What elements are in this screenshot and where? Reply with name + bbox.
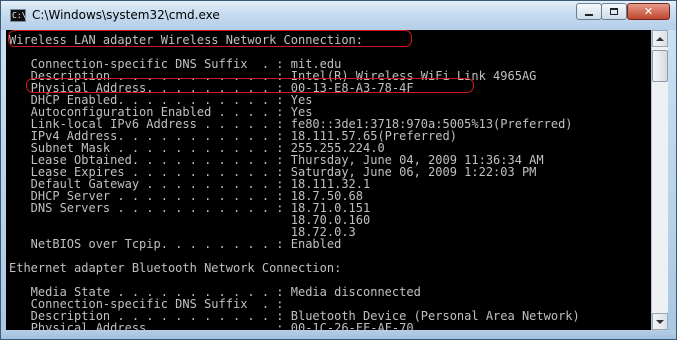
highlight-physical-address xyxy=(26,78,474,93)
scroll-up-button[interactable] xyxy=(652,30,668,47)
arrow-down-icon xyxy=(656,319,664,324)
maximize-button[interactable] xyxy=(601,3,627,20)
minimize-button[interactable] xyxy=(576,3,602,20)
highlight-adapter-header xyxy=(8,30,412,47)
window-title: C:\Windows\system32\cmd.exe xyxy=(32,8,220,22)
console-line: Physical Address. . . . . . . . . : 00-1… xyxy=(9,321,414,330)
scroll-down-button[interactable] xyxy=(652,313,668,330)
scrollbar-thumb[interactable] xyxy=(652,50,668,82)
close-button[interactable]: ✕ xyxy=(627,3,670,20)
maximize-icon xyxy=(610,8,618,15)
cmd-app-icon[interactable]: C:\ xyxy=(10,9,26,22)
close-icon: ✕ xyxy=(643,5,654,18)
window-bottom-frame xyxy=(1,330,676,339)
arrow-up-icon xyxy=(656,36,664,41)
cmd-window: C:\ C:\Windows\system32\cmd.exe ✕ Wirele… xyxy=(0,0,677,340)
console-line: NetBIOS over Tcpip. . . . . . . . : Enab… xyxy=(9,237,342,251)
minimize-icon xyxy=(585,13,593,16)
console-output[interactable]: Wireless LAN adapter Wireless Network Co… xyxy=(6,30,651,330)
console-line: Ethernet adapter Bluetooth Network Conne… xyxy=(9,261,342,275)
title-bar[interactable]: C:\ C:\Windows\system32\cmd.exe ✕ xyxy=(1,1,676,30)
vertical-scrollbar[interactable] xyxy=(651,30,668,330)
